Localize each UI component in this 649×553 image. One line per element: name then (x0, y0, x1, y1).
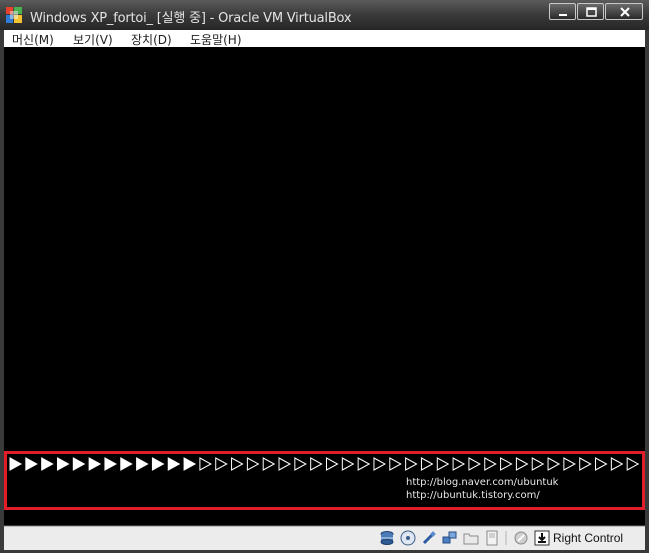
progress-arrow-empty (515, 457, 529, 471)
progress-arrow-empty (215, 457, 228, 471)
progress-arrow-empty (246, 457, 260, 471)
progress-arrow-filled (104, 457, 117, 471)
progress-arrow-empty (278, 457, 292, 471)
optical-drive-icon[interactable] (400, 530, 416, 546)
progress-arrow-empty (262, 457, 276, 471)
menu-view[interactable]: 보기(V) (73, 31, 113, 48)
url-line-2: http://ubuntuk.tistory.com/ (406, 490, 540, 501)
progress-arrow-filled (151, 457, 165, 471)
progress-arrow-empty (326, 457, 339, 471)
progress-arrow-empty (531, 457, 545, 471)
maximize-icon (586, 7, 597, 17)
progress-arrow-filled (120, 457, 133, 471)
progress-arrow-empty (436, 457, 450, 471)
progress-arrow-filled (183, 457, 197, 471)
menu-machine[interactable]: 머신(M) (12, 31, 54, 48)
host-key-arrow-icon (534, 530, 550, 546)
usb-icon[interactable] (421, 530, 437, 546)
menu-help[interactable]: 도움말(H) (190, 31, 242, 48)
progress-arrow-empty (420, 457, 434, 471)
shared-folders-icon[interactable] (463, 530, 479, 546)
progress-arrow-empty (547, 457, 561, 471)
progress-arrow-empty (595, 457, 608, 471)
progress-arrow-empty (373, 457, 387, 471)
floppy-icon[interactable] (484, 530, 500, 546)
menu-devices[interactable]: 장치(D) (131, 31, 172, 48)
progress-arrow-empty (500, 457, 513, 471)
progress-arrow-empty (341, 457, 355, 471)
progress-arrow-empty (610, 457, 624, 471)
boot-progress-bar (9, 457, 640, 471)
progress-arrow-empty (626, 457, 640, 471)
progress-arrow-filled (167, 457, 181, 471)
progress-arrow-filled (41, 457, 54, 471)
hard-disk-icon[interactable] (379, 530, 395, 546)
progress-arrow-empty (357, 457, 371, 471)
progress-arrow-empty (563, 457, 576, 471)
status-bar: Right Control (4, 526, 645, 550)
virtualbox-app-icon[interactable] (6, 7, 22, 23)
network-icon[interactable] (442, 530, 458, 546)
progress-arrow-empty (310, 457, 323, 471)
progress-arrow-empty (452, 457, 466, 471)
host-key-label: Right Control (553, 531, 624, 545)
progress-arrow-filled (88, 457, 102, 471)
virtualization-icon[interactable] (513, 530, 529, 546)
progress-arrow-empty (389, 457, 402, 471)
url-line-1: http://blog.naver.com/ubuntuk (406, 477, 559, 488)
progress-arrow-filled (9, 457, 23, 471)
progress-arrow-filled (72, 457, 86, 471)
progress-arrow-filled (25, 457, 38, 471)
virtualbox-window: Windows XP_fortoi_ [실행 중] - Oracle VM Vi… (0, 0, 649, 553)
minimize-button[interactable] (549, 3, 576, 20)
progress-arrow-empty (579, 457, 592, 471)
minimize-icon (559, 14, 567, 16)
progress-arrow-empty (294, 457, 307, 471)
progress-arrow-empty (199, 457, 212, 471)
close-icon (620, 7, 630, 17)
progress-arrow-empty (231, 457, 244, 471)
menu-bar: 머신(M) 보기(V) 장치(D) 도움말(H) (4, 30, 645, 47)
progress-arrow-empty (484, 457, 497, 471)
progress-arrow-filled (136, 457, 149, 471)
progress-arrow-empty (468, 457, 481, 471)
close-button[interactable] (605, 3, 643, 20)
progress-arrow-empty (405, 457, 418, 471)
progress-arrow-filled (56, 457, 70, 471)
vm-display[interactable]: http://blog.naver.com/ubuntuk http://ubu… (4, 47, 645, 525)
status-divider (505, 531, 507, 545)
maximize-button[interactable] (577, 3, 604, 20)
title-bar[interactable]: Windows XP_fortoi_ [실행 중] - Oracle VM Vi… (0, 0, 649, 30)
window-title: Windows XP_fortoi_ [실행 중] - Oracle VM Vi… (30, 11, 352, 26)
